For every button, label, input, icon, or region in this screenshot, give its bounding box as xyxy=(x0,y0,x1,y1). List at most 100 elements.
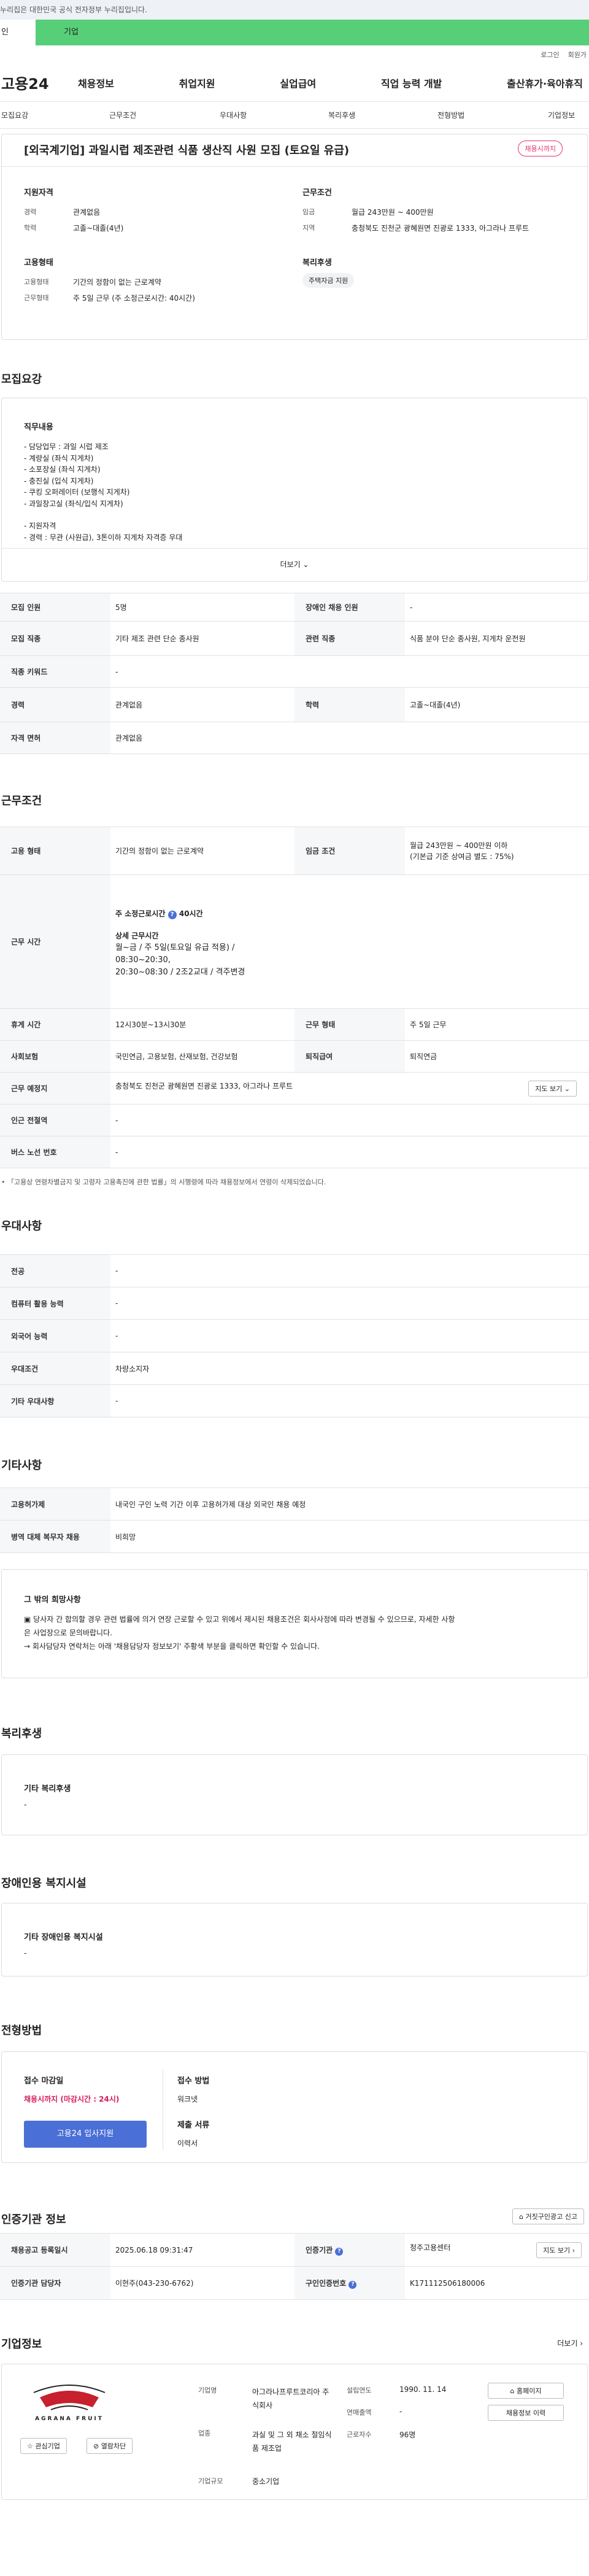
info-icon[interactable]: ? xyxy=(348,2280,357,2289)
tab-business[interactable]: 기업 xyxy=(36,20,589,45)
cell-label: 근무 시간 xyxy=(0,874,110,1009)
org-map-label: 지도 보기 xyxy=(543,2246,571,2254)
site-logo[interactable]: 고용24 xyxy=(0,72,77,93)
table-row: 고용허가제 내국인 구인 노력 기간 이후 고용허가제 대상 외국인 채용 예정 xyxy=(0,1487,589,1521)
login-link[interactable]: 로그인 xyxy=(541,50,559,60)
method-label: 접수 방법 xyxy=(177,2077,210,2086)
subnav-welfare[interactable]: 복리후생 xyxy=(328,110,355,120)
subnav-recruit[interactable]: 모집요강 xyxy=(1,110,28,120)
table-row: 근무 예정지 충청북도 진천군 광혜원면 진광로 1333, 아그라나 프루트 … xyxy=(0,1072,589,1105)
cell-label: 근무 형태 xyxy=(294,1008,405,1041)
pref-section-header: 우대사항 xyxy=(0,1201,589,1254)
extra-wish-lines: ▣ 당사자 간 합의할 경우 관련 법률에 의거 연장 근로할 수 있고 위에서… xyxy=(24,1613,569,1653)
deadline-value: 채용시까지 (마감시간 : 24시) xyxy=(24,2095,120,2104)
cell-value: 주 5일 근무 xyxy=(405,1008,589,1041)
cell-label: 기타 우대사항 xyxy=(0,1384,110,1417)
duty-line: - 계량실 (좌식 지게차) xyxy=(24,453,94,463)
recruit-title: 모집요강 xyxy=(1,373,42,386)
cell-value: 12시30분~13시30분 xyxy=(110,1008,294,1041)
emp-count-value: 96명 xyxy=(399,2431,416,2439)
auth-title: 인증기관 정보 xyxy=(1,2213,66,2226)
subnav-work[interactable]: 근무조건 xyxy=(109,110,136,120)
subnav-company[interactable]: 기업정보 xyxy=(548,110,575,120)
cell-label: 채용공고 등록일시 xyxy=(0,2233,110,2267)
job-history-button[interactable]: 채용정보 이력 xyxy=(488,2405,564,2421)
table-row: 컴퓨터 활용 능력 - xyxy=(0,1287,589,1320)
subnav-pref[interactable]: 우대사항 xyxy=(220,110,247,120)
interest-button[interactable]: ☆ 관심기업 xyxy=(20,2438,67,2454)
cell-value: 국민연금, 고용보험, 산재보험, 건강보험 xyxy=(110,1040,294,1073)
emp-type-value: 기간의 정함이 없는 근로계약 xyxy=(73,278,161,287)
table-row: 고용 형태 기간의 정함이 없는 근로계약 임금 조건 월급 243만원 ~ 4… xyxy=(0,827,589,875)
report-button-label: 거짓구인광고 신고 xyxy=(525,2213,577,2221)
duty-more-button[interactable]: 더보기 ⌄ xyxy=(2,559,587,569)
work-section-header: 근무조건 xyxy=(0,777,589,827)
map-button[interactable]: 지도 보기 ⌄ xyxy=(528,1080,577,1097)
welfare-tag: 주택자금 지원 xyxy=(302,273,355,288)
size-label: 기업규모 xyxy=(198,2477,223,2485)
apply-button[interactable]: 고용24 입사지원 xyxy=(24,2121,147,2148)
star-icon: ☆ xyxy=(27,2442,33,2450)
qual-heading: 지원자격 xyxy=(24,188,53,198)
gnb-item-jobs[interactable]: 채용정보 xyxy=(78,75,114,90)
company-more-link[interactable]: 더보기 › xyxy=(557,2338,583,2348)
work-table: 고용 형태 기간의 정함이 없는 근로계약 임금 조건 월급 243만원 ~ 4… xyxy=(0,827,589,1168)
emp-type-label: 고용형태 xyxy=(24,278,49,286)
info-icon[interactable]: ? xyxy=(335,2247,344,2256)
utility-links: 로그인 회원가 xyxy=(0,45,589,64)
detail-title: 상세 근무시간 xyxy=(115,931,159,940)
sales-label: 연매출액 xyxy=(347,2408,372,2416)
select-box: 접수 마감일 채용시까지 (마감시간 : 24시) 고용24 입사지원 접수 방… xyxy=(1,2051,588,2163)
cell-label: 휴게 시간 xyxy=(0,1008,110,1041)
duty-heading: 직무내용 xyxy=(24,423,53,432)
welfare-box: 기타 복리후생 - xyxy=(1,1754,588,1835)
gnb-menu: 채용정보 취업지원 실업급여 직업 능력 개발 출산휴가·육아휴직 xyxy=(77,75,589,90)
wage-sub: (기본급 기준 상여금 별도 : 75%) xyxy=(410,852,514,861)
job-title: [외국계기업] 과일시럽 제조관련 식품 생산직 사원 모집 (토요일 유급) xyxy=(24,144,350,157)
global-nav: 고용24 채용정보 취업지원 실업급여 직업 능력 개발 출산휴가·육아휴직 xyxy=(0,64,589,102)
block-button[interactable]: ⊘ 열람차단 xyxy=(87,2438,133,2454)
cell-value: - xyxy=(110,1136,589,1168)
org-map-button[interactable]: 지도 보기 › xyxy=(536,2242,582,2258)
duty-line: - 담당업무 : 과일 시럽 제조 xyxy=(24,442,109,451)
career-value: 관계없음 xyxy=(73,208,101,217)
cell-value: 기간의 정함이 없는 근로계약 xyxy=(110,827,294,875)
cell-label: 컴퓨터 활용 능력 xyxy=(0,1287,110,1320)
method-value: 워크넷 xyxy=(177,2095,198,2104)
wage-label: 임금 xyxy=(302,208,315,216)
subnav-select[interactable]: 전형방법 xyxy=(437,110,464,120)
size-value: 중소기업 xyxy=(252,2477,280,2486)
company-title: 기업정보 xyxy=(1,2338,42,2351)
table-row: 인증기관 담당자 이현주(043-230-6762) 구인인증번호 ? K171… xyxy=(0,2266,589,2300)
etc-title: 기타사항 xyxy=(1,1459,42,1472)
cell-value: - xyxy=(405,593,589,622)
cell-value: 기타 제조 관련 단순 종사원 xyxy=(110,621,294,656)
gnb-item-unemployment[interactable]: 실업급여 xyxy=(280,75,316,90)
table-row: 직종 키워드 - xyxy=(0,655,589,688)
apply-button-label: 고용24 입사지원 xyxy=(56,2129,114,2138)
cell-value: 5명 xyxy=(110,593,294,622)
pref-table: 전공 - 컴퓨터 활용 능력 - 외국어 능력 - 우대조건 차량소지자 기타 우대사항… xyxy=(0,1254,589,1417)
cell-label: 모집 직종 xyxy=(0,621,110,656)
tab-person[interactable]: 인 xyxy=(0,20,36,45)
org-cell: 청주고용센터 지도 보기 › xyxy=(405,2233,589,2267)
report-button[interactable]: ⌂ 거짓구인광고 신고 xyxy=(512,2208,584,2224)
edu-value: 고졸~대졸(4년) xyxy=(73,224,124,233)
gnb-item-leave[interactable]: 출산휴가·육아휴직 xyxy=(507,75,583,90)
sales-value: - xyxy=(399,2407,402,2416)
homepage-button[interactable]: ⌂ 홈페이지 xyxy=(488,2383,564,2399)
career-label: 경력 xyxy=(24,208,37,216)
table-row: 우대조건 차량소지자 xyxy=(0,1352,589,1385)
info-icon[interactable]: ? xyxy=(167,910,177,919)
work-form-label: 근무형태 xyxy=(24,294,49,302)
hours-title: 주 소정근로시간 xyxy=(115,909,166,918)
gnb-item-training[interactable]: 직업 능력 개발 xyxy=(381,75,442,90)
cell-label: 모집 인원 xyxy=(0,593,110,622)
gov-banner: 누리집은 대한민국 공식 전자정부 누리집입니다. xyxy=(0,0,589,20)
cell-label: 버스 노선 번호 xyxy=(0,1136,110,1168)
no-label-cell: 구인인증번호 ? xyxy=(294,2266,405,2300)
table-row: 채용공고 등록일시 2025.06.18 09:31:47 인증기관 ? 청주고… xyxy=(0,2233,589,2267)
gnb-item-employment[interactable]: 취업지원 xyxy=(179,75,215,90)
cell-value: K171112506180006 xyxy=(405,2266,589,2300)
signup-link[interactable]: 회원가 xyxy=(568,50,587,60)
